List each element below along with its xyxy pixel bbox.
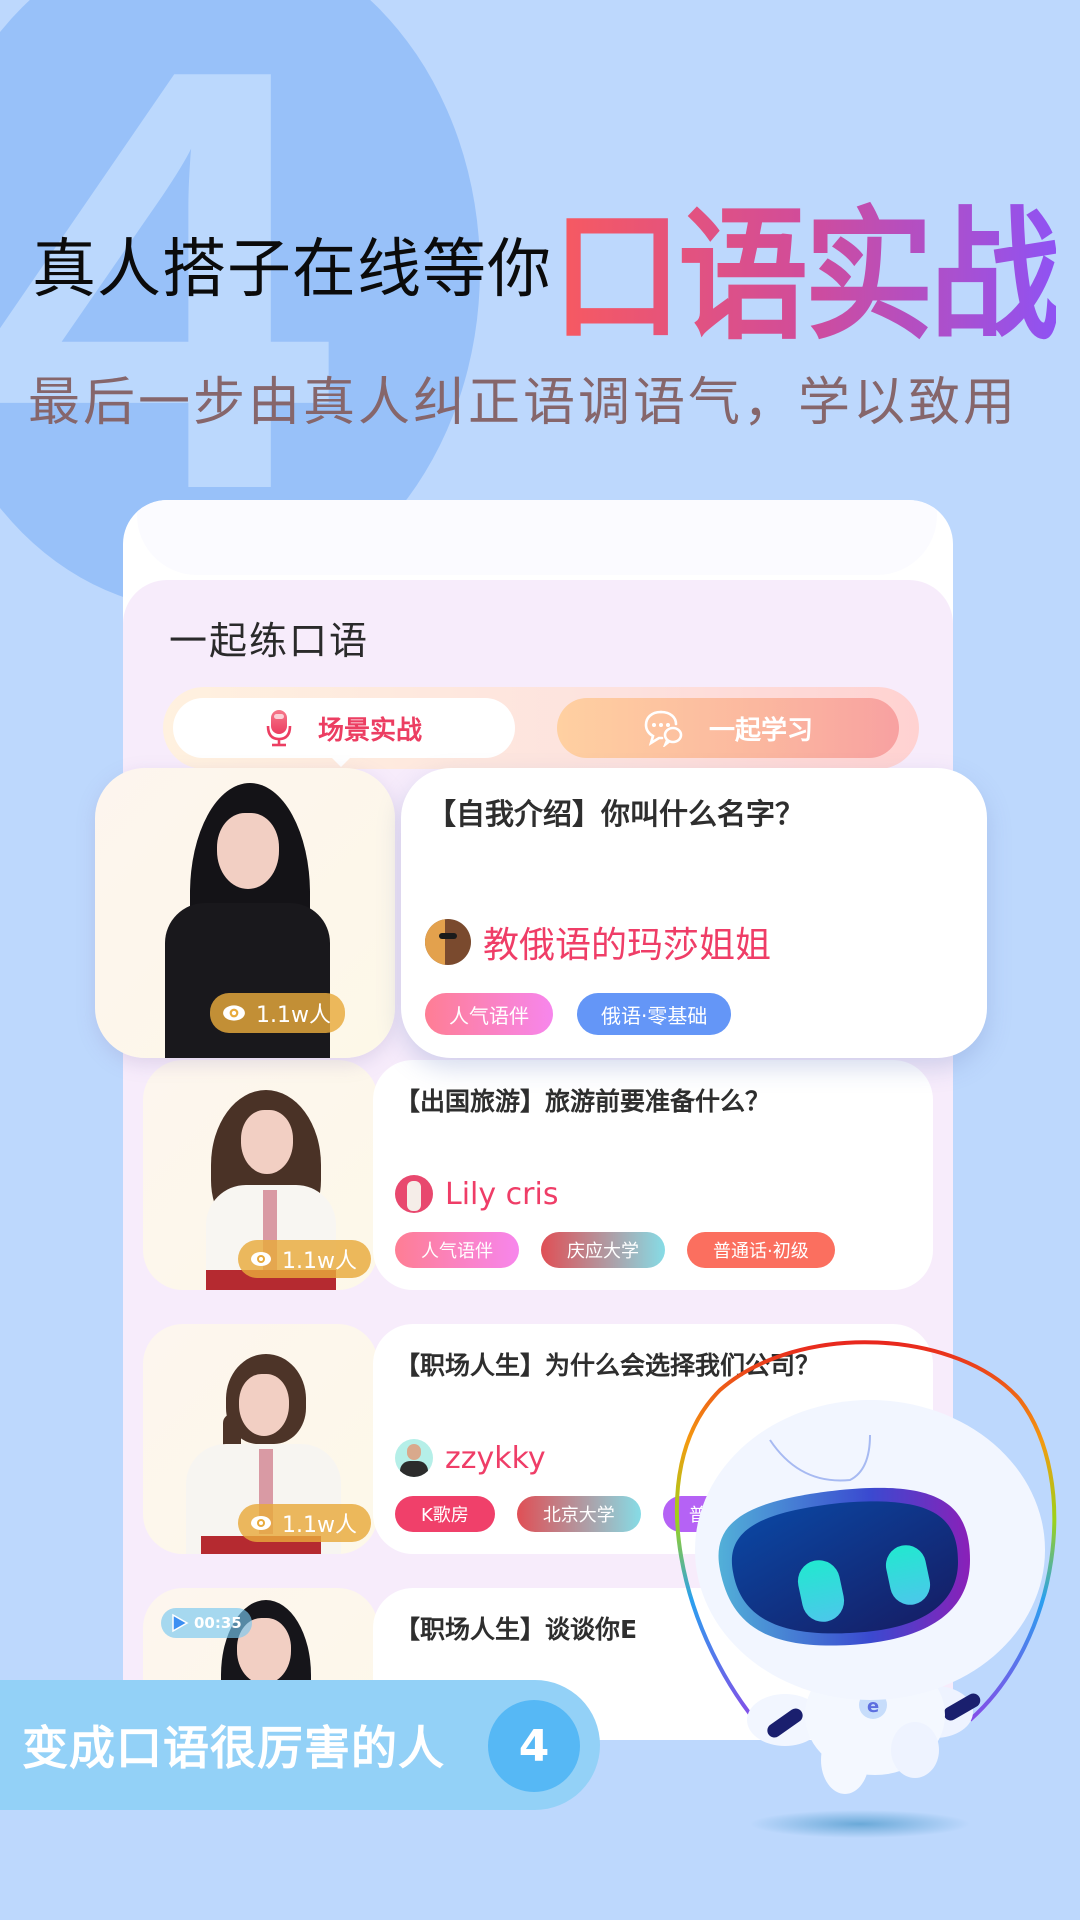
view-count: 1.1w人 <box>282 1513 357 1538</box>
author-avatar <box>425 919 471 965</box>
play-icon <box>171 1613 189 1633</box>
video-duration: 00:35 <box>194 1614 242 1632</box>
view-count: 1.1w人 <box>282 1249 357 1274</box>
banner-text: 变成口语很厉害的人 <box>22 1721 445 1775</box>
view-count-badge: 1.1w人 <box>210 993 345 1033</box>
author-name: 教俄语的玛莎姐姐 <box>483 925 772 966</box>
view-count-badge: 1.1w人 <box>238 1504 371 1542</box>
tab-label: 场景实战 <box>317 715 422 746</box>
tag-list: 人气语伴 俄语·零基础 <box>425 993 732 1035</box>
card-body: 【自我介绍】你叫什么名字？ 教俄语的玛莎姐姐 人气语伴 俄语·零基础 <box>401 768 987 1058</box>
section-title: 一起练口语 <box>169 619 370 663</box>
hero-subline: 最后一步由真人纠正语调语气，学以致用 <box>28 373 1019 433</box>
eye-icon <box>250 1515 272 1531</box>
featured-card[interactable]: 1.1w人 【自我介绍】你叫什么名字？ 教俄语的玛莎姐姐 人气语伴 俄语·零基础 <box>95 768 987 1058</box>
tab-bar: 场景实战 一起学习 <box>163 687 919 769</box>
author-avatar <box>395 1175 433 1213</box>
eye-icon <box>250 1251 272 1267</box>
tutor-photo: 1.1w人 <box>95 768 395 1058</box>
step-number-badge: 4 <box>488 1700 580 1792</box>
microphone-icon <box>266 709 292 747</box>
previous-section-remnant <box>137 500 937 575</box>
author-name: Lily cris <box>445 1176 559 1212</box>
headline-highlight: 口语实战 <box>552 161 1060 368</box>
view-count: 1.1w人 <box>256 1003 331 1028</box>
robot-mascot: e <box>640 1340 1080 1840</box>
tag-list: 人气语伴 庆应大学 普通话·初级 <box>395 1232 835 1268</box>
author[interactable]: Lily cris <box>395 1175 558 1213</box>
list-item[interactable]: 1.1w人 【出国旅游】旅游前要准备什么？ Lily cris 人气语伴 庆应大… <box>143 1060 933 1290</box>
author-avatar <box>395 1439 433 1477</box>
tag: 普通话·初级 <box>687 1232 835 1268</box>
author[interactable]: 教俄语的玛莎姐姐 <box>425 916 771 968</box>
tag: 庆应大学 <box>541 1232 665 1268</box>
card-body: 【出国旅游】旅游前要准备什么？ Lily cris 人气语伴 庆应大学 普通话·… <box>373 1060 933 1290</box>
headline-plain: 真人搭子在线等你 <box>32 233 552 307</box>
active-tab-indicator <box>331 757 351 767</box>
bottom-banner: 变成口语很厉害的人 4 <box>0 1680 600 1810</box>
hero-headline: 真人搭子在线等你 口语实战 <box>32 170 1060 360</box>
author-name: zzykky <box>445 1440 546 1476</box>
robot-shadow <box>750 1810 970 1838</box>
video-duration-badge: 00:35 <box>161 1608 252 1638</box>
tag: 北京大学 <box>516 1496 641 1532</box>
tutor-photo: 1.1w人 <box>143 1324 378 1554</box>
tab-label: 一起学习 <box>708 715 813 746</box>
author[interactable]: zzykky <box>395 1439 546 1477</box>
tutor-photo: 1.1w人 <box>143 1060 378 1290</box>
view-count-badge: 1.1w人 <box>238 1240 371 1278</box>
eye-icon <box>222 1004 246 1022</box>
tab-scenario-practice[interactable]: 场景实战 <box>173 698 515 758</box>
chat-bubbles-icon <box>643 709 683 747</box>
tag: 人气语伴 <box>395 1232 519 1268</box>
tag: K歌房 <box>395 1496 495 1532</box>
card-title: 【自我介绍】你叫什么名字？ <box>427 797 805 831</box>
tag: 俄语·零基础 <box>577 993 732 1035</box>
card-title: 【出国旅游】旅游前要准备什么？ <box>395 1087 771 1116</box>
tab-study-together[interactable]: 一起学习 <box>557 698 899 758</box>
tag: 人气语伴 <box>425 993 553 1035</box>
